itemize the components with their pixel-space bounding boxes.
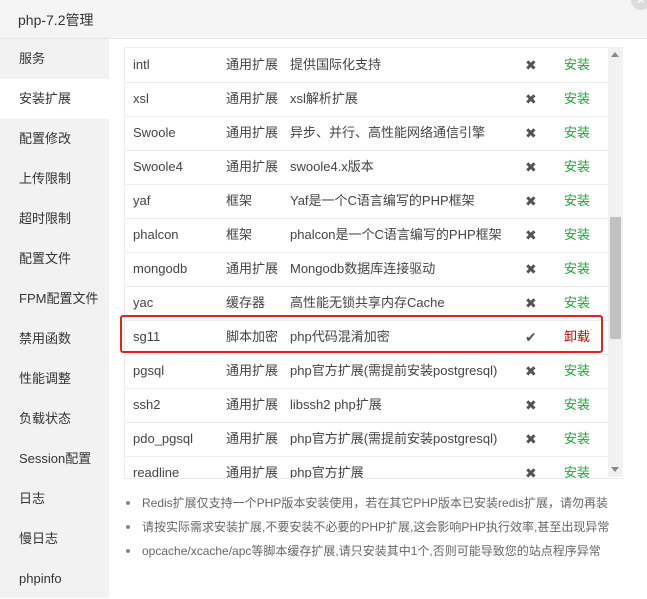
note-item: 请按实际需求安装扩展,不要安装不必要的PHP扩展,这会影响PHP执行效率,甚至出… [124, 515, 634, 539]
extension-description: php官方扩展(需提前安装postgresql) [290, 363, 498, 378]
extension-type: 通用扩展 [226, 125, 279, 140]
sidebar-item-load-status[interactable]: 负载状态 [0, 399, 109, 439]
extension-description: swoole4.x版本 [290, 159, 374, 174]
extension-type: 通用扩展 [226, 261, 279, 276]
window-title: php-7.2管理 [18, 12, 94, 28]
sidebar-item-session-config[interactable]: Session配置 [0, 439, 109, 479]
sidebar-item-phpinfo[interactable]: phpinfo [0, 559, 109, 599]
extension-table: intl 通用扩展 提供国际化支持 ✖ 安装 xsl 通用扩展 xsl解析扩展 … [124, 47, 624, 479]
sidebar-item-timeout-limit[interactable]: 超时限制 [0, 199, 109, 239]
table-row: pgsql 通用扩展 php官方扩展(需提前安装postgresql) ✖ 安装 [125, 354, 609, 389]
note-item: Redis扩展仅支持一个PHP版本安装使用，若在其它PHP版本已安装redis扩… [124, 491, 634, 515]
extension-name: phalcon [133, 227, 179, 242]
not-installed-icon: ✖ [525, 159, 537, 175]
sidebar-item-upload-limit[interactable]: 上传限制 [0, 159, 109, 199]
extension-type: 通用扩展 [226, 159, 279, 174]
not-installed-icon: ✖ [525, 465, 537, 479]
extension-type: 通用扩展 [226, 363, 279, 378]
extension-type: 框架 [226, 193, 253, 208]
sidebar-item-fpm-config-file[interactable]: FPM配置文件 [0, 279, 109, 319]
not-installed-icon: ✖ [525, 125, 537, 141]
extension-description: xsl解析扩展 [290, 91, 358, 106]
table-row: xsl 通用扩展 xsl解析扩展 ✖ 安装 [125, 82, 609, 117]
install-button[interactable]: 安装 [564, 456, 590, 478]
scroll-thumb[interactable] [610, 217, 621, 339]
table-row: ssh2 通用扩展 libssh2 php扩展 ✖ 安装 [125, 388, 609, 423]
table-row: phalcon 框架 phalcon是一个C语言编写的PHP框架 ✖ 安装 [125, 218, 609, 253]
not-installed-icon: ✖ [525, 227, 537, 243]
sidebar-item-disabled-functions[interactable]: 禁用函数 [0, 319, 109, 359]
install-button[interactable]: 安装 [564, 422, 590, 456]
not-installed-icon: ✖ [525, 431, 537, 447]
extension-description: php官方扩展 [290, 465, 364, 479]
table-row: mongodb 通用扩展 Mongodb数据库连接驱动 ✖ 安装 [125, 252, 609, 287]
not-installed-icon: ✖ [525, 363, 537, 379]
install-button[interactable]: 安装 [564, 150, 590, 184]
window-titlebar: php-7.2管理 [0, 0, 647, 39]
highlight-box [120, 315, 603, 353]
table-row: yaf 框架 Yaf是一个C语言编写的PHP框架 ✖ 安装 [125, 184, 609, 219]
sidebar: 服务 安装扩展 配置修改 上传限制 超时限制 配置文件 FPM配置文件 禁用函数… [0, 39, 109, 598]
table-row: readline 通用扩展 php官方扩展 ✖ 安装 [125, 456, 609, 479]
sidebar-item-config-file[interactable]: 配置文件 [0, 239, 109, 279]
extension-type: 通用扩展 [226, 57, 279, 72]
not-installed-icon: ✖ [525, 57, 537, 73]
extension-description: 异步、并行、高性能网络通信引擎 [290, 125, 486, 140]
sidebar-item-service[interactable]: 服务 [0, 39, 109, 79]
extension-name: readline [133, 465, 180, 479]
not-installed-icon: ✖ [525, 261, 537, 277]
extension-type: 通用扩展 [226, 465, 279, 479]
extension-description: Mongodb数据库连接驱动 [290, 261, 436, 276]
extension-description: phalcon是一个C语言编写的PHP框架 [290, 227, 502, 242]
not-installed-icon: ✖ [525, 193, 537, 209]
extension-name: pgsql [133, 363, 165, 378]
install-button[interactable]: 安装 [564, 388, 590, 422]
sidebar-item-slow-log[interactable]: 慢日志 [0, 519, 109, 559]
table-row: Swoole4 通用扩展 swoole4.x版本 ✖ 安装 [125, 150, 609, 185]
extension-type: 通用扩展 [226, 431, 279, 446]
sidebar-item-log[interactable]: 日志 [0, 479, 109, 519]
note-item: opcache/xcache/apc等脚本缓存扩展,请只安装其中1个,否则可能导… [124, 539, 634, 563]
install-button[interactable]: 安装 [564, 252, 590, 286]
table-row: intl 通用扩展 提供国际化支持 ✖ 安装 [125, 48, 609, 83]
install-button[interactable]: 安装 [564, 218, 590, 252]
extension-name: yaf [133, 193, 151, 208]
extension-name: xsl [133, 91, 149, 106]
extension-name: pdo_pgsql [133, 431, 193, 446]
install-button[interactable]: 安装 [564, 354, 590, 388]
sidebar-item-install-extension[interactable]: 安装扩展 [0, 79, 109, 119]
extension-name: Swoole [133, 125, 176, 140]
extension-type: 通用扩展 [226, 91, 279, 106]
sidebar-item-config-modify[interactable]: 配置修改 [0, 119, 109, 159]
extension-type: 框架 [226, 227, 253, 242]
table-row: Swoole 通用扩展 异步、并行、高性能网络通信引擎 ✖ 安装 [125, 116, 609, 151]
extension-name: Swoole4 [133, 159, 183, 174]
not-installed-icon: ✖ [525, 91, 537, 107]
install-button[interactable]: 安装 [564, 116, 590, 150]
extension-description: php官方扩展(需提前安装postgresql) [290, 431, 498, 446]
extension-description: 提供国际化支持 [290, 57, 382, 72]
sidebar-item-performance[interactable]: 性能调整 [0, 359, 109, 399]
install-button[interactable]: 安装 [564, 82, 590, 116]
extension-name: intl [133, 57, 150, 72]
extension-name: ssh2 [133, 397, 161, 412]
scroll-up-arrow-icon[interactable] [611, 52, 619, 57]
scroll-down-arrow-icon[interactable] [611, 467, 619, 472]
extension-description: Yaf是一个C语言编写的PHP框架 [290, 193, 475, 208]
extension-name: mongodb [133, 261, 188, 276]
table-scrollbar[interactable] [608, 47, 623, 477]
install-button[interactable]: 安装 [564, 184, 590, 218]
notes-list: Redis扩展仅支持一个PHP版本安装使用，若在其它PHP版本已安装redis扩… [124, 491, 634, 563]
table-row: pdo_pgsql 通用扩展 php官方扩展(需提前安装postgresql) … [125, 422, 609, 457]
install-button[interactable]: 安装 [564, 48, 590, 82]
not-installed-icon: ✖ [525, 397, 537, 413]
extension-description: libssh2 php扩展 [290, 397, 382, 412]
extension-type: 通用扩展 [226, 397, 279, 412]
